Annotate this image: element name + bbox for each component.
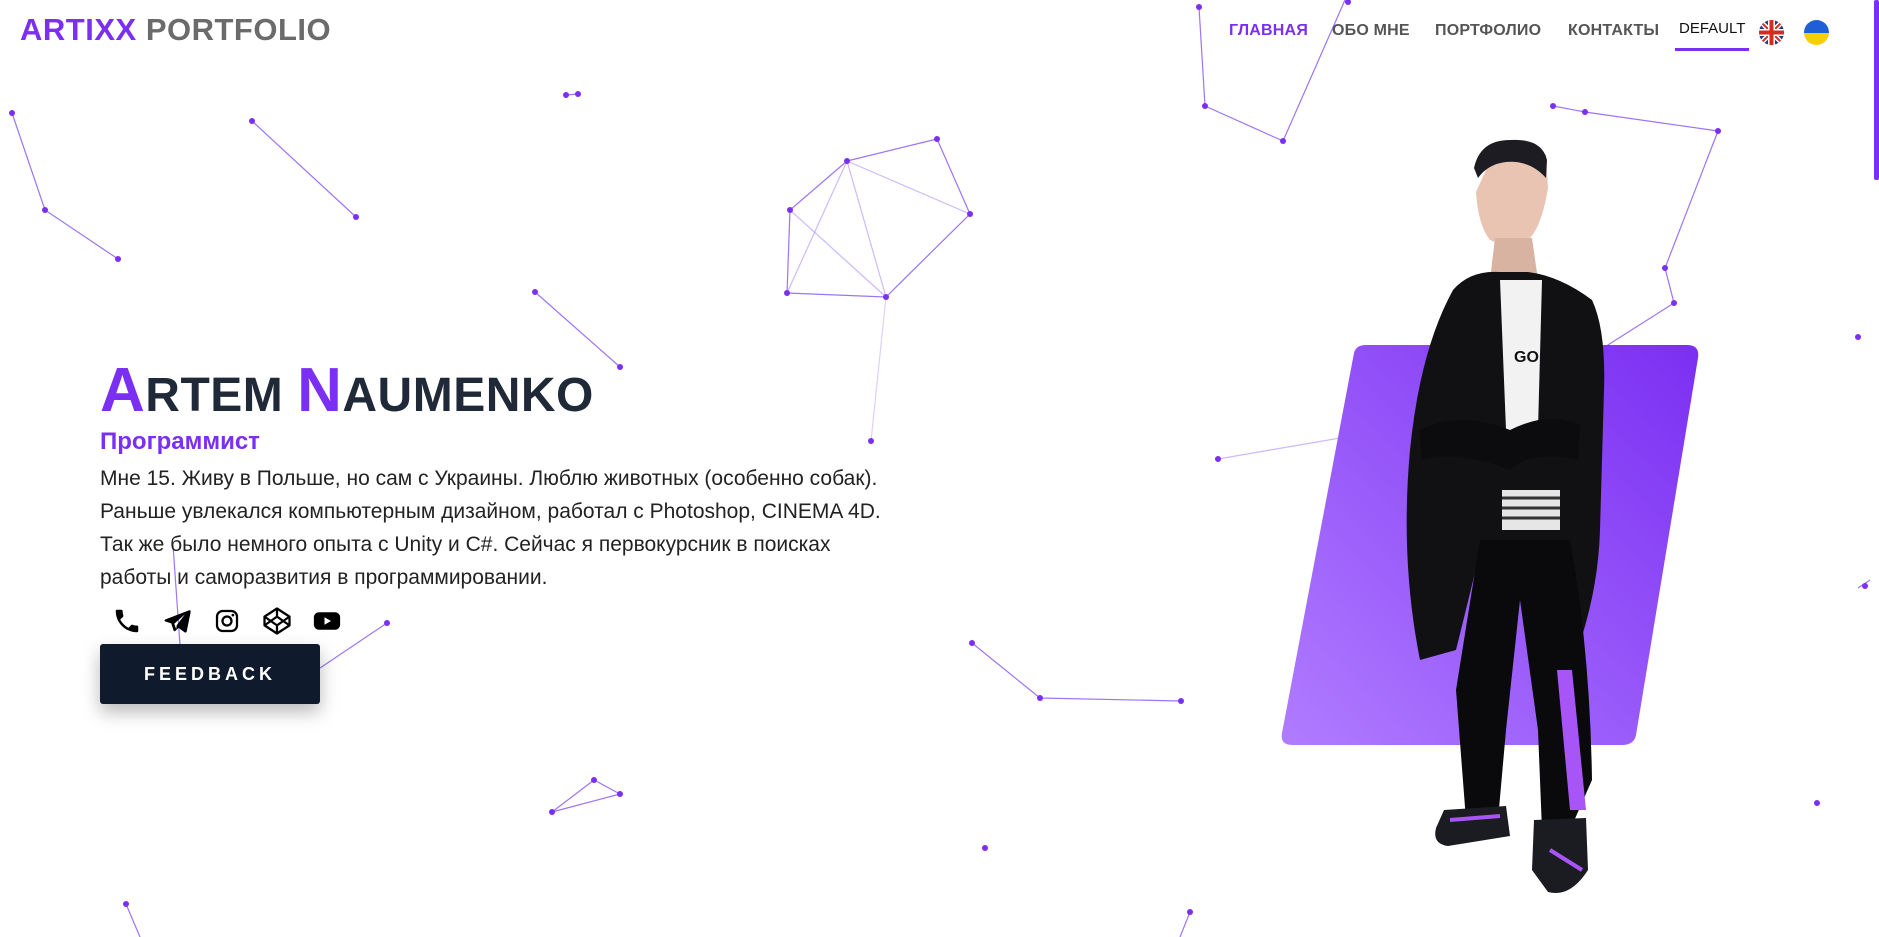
nav-item-about[interactable]: ОБО МНЕ	[1332, 22, 1410, 40]
ukraine-flag-blue	[1804, 20, 1829, 33]
youtube-icon[interactable]	[312, 606, 342, 636]
site-logo[interactable]: ARTIXX PORTFOLIO	[20, 12, 331, 48]
name-first-rest: RTEM	[145, 369, 284, 422]
hero-bio: Мне 15. Живу в Польше, но сам с Украины.…	[100, 467, 881, 589]
ukraine-flag-yellow	[1804, 32, 1829, 45]
hero-photo: GO	[1270, 130, 1730, 937]
site-header: ARTIXX PORTFOLIO ГЛАВНАЯ ОБО МНЕ ПОРТФОЛ…	[0, 0, 1879, 64]
theme-switch-button[interactable]: DEFAULT	[1675, 20, 1750, 51]
nav-item-contacts[interactable]: КОНТАКТЫ	[1568, 22, 1659, 40]
name-last-rest: AUMENKO	[342, 369, 594, 422]
hero-role: Программист	[100, 428, 260, 455]
hero-section: ARTEM NAUMENKO Программист Мне 15. Живу …	[100, 360, 920, 704]
nav-item-portfolio[interactable]: ПОРТФОЛИО	[1435, 22, 1541, 40]
logo-secondary: PORTFOLIO	[145, 12, 332, 47]
hero-name: ARTEM NAUMENKO	[100, 360, 920, 422]
portrait-illustration: GO	[1281, 139, 1699, 894]
social-links	[100, 602, 920, 642]
instagram-icon[interactable]	[212, 606, 242, 636]
nav-item-home[interactable]: ГЛАВНАЯ	[1229, 22, 1308, 40]
ukraine-flag-icon[interactable]	[1804, 20, 1829, 45]
telegram-icon[interactable]	[162, 606, 192, 636]
codepen-icon[interactable]	[262, 606, 292, 636]
svg-text:GO: GO	[1514, 349, 1539, 366]
phone-icon[interactable]	[112, 606, 142, 636]
name-last-initial: N	[297, 356, 343, 425]
logo-primary: ARTIXX	[20, 12, 137, 47]
name-first-initial: A	[100, 356, 146, 425]
feedback-button[interactable]: FEEDBACK	[100, 644, 320, 704]
scrollbar[interactable]	[1874, 0, 1879, 180]
english-flag-icon[interactable]	[1759, 20, 1784, 45]
